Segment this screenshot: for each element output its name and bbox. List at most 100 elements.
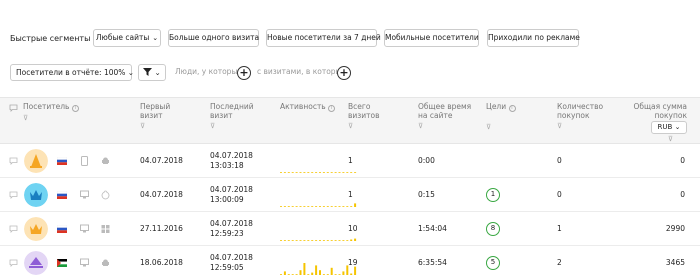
table-row[interactable]: 04.07.2018 04.07.2018 13:00:09 1 0:15 1 0 0 bbox=[0, 178, 700, 212]
activity-bar bbox=[322, 240, 325, 241]
visitor-avatar[interactable] bbox=[24, 251, 48, 275]
activity-bar bbox=[350, 172, 353, 173]
chat-icon[interactable] bbox=[9, 191, 18, 199]
activity-bar bbox=[342, 271, 345, 275]
table-row[interactable]: 27.11.2016 04.07.2018 12:59:23 10 1:54:04 8 1 2… bbox=[0, 212, 700, 246]
column-purchases[interactable]: Количество покупок ⊽ bbox=[557, 102, 617, 131]
purchases-cell: 0 bbox=[557, 156, 562, 165]
activity-bar bbox=[311, 272, 314, 275]
activity-bar bbox=[303, 263, 306, 275]
purchase-sum-cell: 2990 bbox=[665, 224, 685, 233]
visitor-avatar[interactable] bbox=[24, 217, 48, 241]
activity-bar bbox=[303, 240, 306, 241]
total-time-cell: 0:15 bbox=[418, 190, 435, 199]
activity-bar bbox=[326, 240, 329, 241]
activity-bar bbox=[342, 206, 345, 207]
add-visit-condition-button[interactable]: + bbox=[337, 66, 351, 80]
segment-mobile-visitors-button[interactable]: Мобильные посетители bbox=[384, 29, 479, 47]
first-visit-cell: 04.07.2018 bbox=[140, 190, 183, 199]
activity-bar bbox=[291, 274, 294, 275]
column-last-visit[interactable]: Последний визит ⊽ bbox=[210, 102, 255, 131]
filter-icon[interactable]: ⊽ bbox=[348, 122, 388, 131]
filter-icon[interactable]: ⊽ bbox=[486, 123, 516, 132]
goals-badge[interactable]: 8 bbox=[486, 222, 500, 236]
column-visitor[interactable]: Посетитель i ⊽ bbox=[23, 102, 79, 123]
filter-icon[interactable]: ⊽ bbox=[23, 114, 79, 123]
filter-icon[interactable]: ⊽ bbox=[557, 122, 617, 131]
people-who-label: Люди, у которых bbox=[175, 67, 242, 76]
activity-bar bbox=[334, 274, 337, 275]
with-visits-label: с визитами, в которых bbox=[257, 67, 346, 76]
purchases-cell: 2 bbox=[557, 258, 562, 267]
activity-bar bbox=[326, 206, 329, 207]
filter-icon[interactable]: ⊽ bbox=[210, 122, 255, 131]
segment-new-visitors-button[interactable]: Новые посетители за 7 дней bbox=[266, 29, 381, 47]
visitor-avatar[interactable] bbox=[24, 149, 48, 173]
purchases-cell: 0 bbox=[557, 190, 562, 199]
country-flag-icon bbox=[57, 225, 67, 233]
activity-bar bbox=[350, 273, 353, 275]
column-total-time[interactable]: Общее время на сайте ⊽ bbox=[418, 102, 483, 131]
column-activity[interactable]: Активность i bbox=[280, 102, 336, 112]
table-row[interactable]: 04.07.2018 04.07.2018 13:03:18 1 0:00 0 0 bbox=[0, 144, 700, 178]
android-icon bbox=[102, 157, 109, 164]
activity-bar bbox=[330, 206, 333, 207]
info-icon[interactable]: i bbox=[508, 105, 516, 112]
activity-bar bbox=[287, 274, 290, 275]
column-goals[interactable]: Цели i ⊽ bbox=[486, 102, 516, 132]
phone-icon bbox=[81, 156, 88, 166]
column-total-visits[interactable]: Всего визитов ⊽ bbox=[348, 102, 388, 131]
desktop-icon bbox=[80, 224, 89, 233]
add-visitor-condition-button[interactable]: + bbox=[237, 66, 251, 80]
column-sum[interactable]: Общая сумма покупок bbox=[609, 102, 687, 120]
total-visits-cell: 10 bbox=[348, 224, 358, 233]
info-icon[interactable]: i bbox=[328, 105, 336, 112]
last-visit-cell: 04.07.2018 13:00:09 bbox=[210, 185, 253, 204]
visitor-avatar[interactable] bbox=[24, 183, 48, 207]
filter-icon[interactable]: ⊽ bbox=[140, 122, 180, 131]
visitors-sample-dropdown[interactable]: Посетители в отчёте: 100% ⌄ bbox=[10, 64, 135, 81]
activity-bar bbox=[342, 172, 345, 173]
activity-bar bbox=[299, 270, 302, 275]
activity-bar bbox=[319, 206, 321, 207]
activity-bar bbox=[303, 206, 306, 207]
segment-more-than-one-visit-button[interactable]: Больше одного визита bbox=[168, 29, 259, 47]
table-row[interactable]: 18.06.2018 04.07.2018 12:59:05 19 6:35:54 5 2 3… bbox=[0, 246, 700, 279]
filter-icon[interactable]: ⊽ bbox=[668, 135, 673, 143]
activity-bar bbox=[330, 240, 333, 241]
filter-dropdown[interactable]: ⌄ bbox=[138, 64, 166, 81]
activity-bar bbox=[322, 172, 325, 173]
activity-bar bbox=[280, 206, 282, 207]
goals-badge[interactable]: 5 bbox=[486, 256, 500, 270]
chat-icon[interactable] bbox=[9, 259, 18, 267]
info-icon[interactable]: i bbox=[71, 105, 79, 112]
activity-bar bbox=[330, 267, 333, 275]
activity-bar bbox=[322, 206, 325, 207]
chevron-down-icon: ⌄ bbox=[125, 68, 135, 77]
total-time-cell: 6:35:54 bbox=[418, 258, 447, 267]
activity-bar bbox=[280, 240, 282, 241]
activity-bar bbox=[334, 206, 337, 207]
windows-icon bbox=[101, 225, 110, 233]
column-first-visit[interactable]: Первый визит ⊽ bbox=[140, 102, 180, 131]
purchase-sum-cell: 3465 bbox=[665, 258, 685, 267]
any-sites-dropdown[interactable]: Любые сайты ⌄ bbox=[93, 29, 161, 47]
activity-bar bbox=[319, 270, 321, 275]
currency-dropdown[interactable]: RUB ⌄ bbox=[651, 121, 687, 134]
chat-icon[interactable] bbox=[9, 225, 18, 233]
activity-bar bbox=[287, 240, 290, 241]
activity-bar bbox=[346, 206, 349, 207]
first-visit-cell: 27.11.2016 bbox=[140, 224, 183, 233]
activity-bar bbox=[319, 240, 321, 241]
chevron-down-icon: ⌄ bbox=[152, 68, 161, 77]
activity-bar bbox=[315, 206, 318, 207]
activity-bar bbox=[342, 240, 345, 241]
segment-from-ads-button[interactable]: Приходили по рекламе bbox=[487, 29, 580, 47]
activity-bar bbox=[338, 274, 341, 275]
filter-icon[interactable]: ⊽ bbox=[418, 122, 483, 131]
goals-badge[interactable]: 1 bbox=[486, 188, 500, 202]
activity-bar bbox=[307, 172, 310, 173]
activity-bar bbox=[354, 266, 357, 275]
chat-icon[interactable] bbox=[9, 157, 18, 165]
activity-bar bbox=[350, 206, 353, 207]
